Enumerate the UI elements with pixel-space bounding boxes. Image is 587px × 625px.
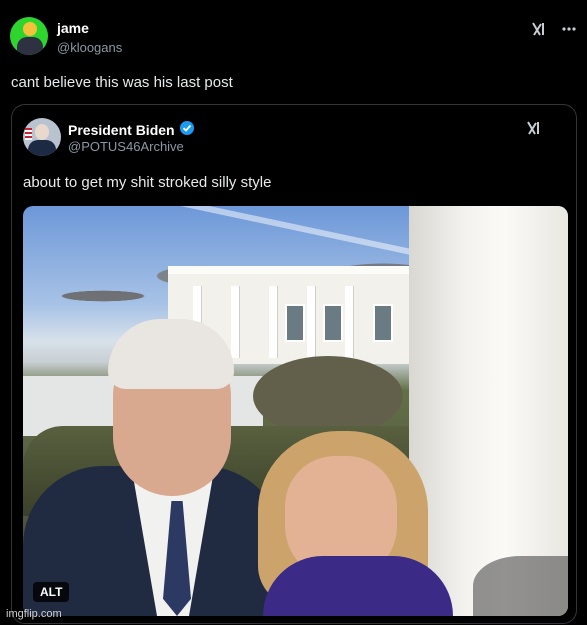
bush <box>253 356 403 436</box>
quoted-author-name[interactable]: President Biden <box>68 122 175 138</box>
building-column <box>345 286 353 358</box>
quoted-photo[interactable]: ALT <box>23 206 568 616</box>
avatar-head <box>35 124 49 140</box>
quoted-author-handle[interactable]: @POTUS46Archive <box>68 139 184 154</box>
more-icon[interactable] <box>561 21 577 37</box>
column-shadow <box>473 556 568 616</box>
post-header: jame @kloogans <box>10 17 577 57</box>
author-handle[interactable]: @kloogans <box>57 40 122 55</box>
grok-icon[interactable] <box>526 120 542 141</box>
flag-icon <box>25 128 32 140</box>
alt-badge[interactable]: ALT <box>33 582 70 602</box>
watermark: imgflip.com <box>6 608 62 620</box>
avatar-body <box>17 37 43 55</box>
building-window <box>323 304 343 342</box>
quoted-post[interactable]: President Biden @POTUS46Archive about to… <box>11 104 577 624</box>
building-window <box>373 304 393 342</box>
quoted-text: about to get my shit stroked silly style <box>23 174 272 191</box>
avatar[interactable] <box>10 17 48 55</box>
building-column <box>269 286 277 358</box>
foreground-column <box>409 206 568 616</box>
post-text: cant believe this was his last post <box>11 74 233 91</box>
building-column <box>231 286 239 358</box>
grok-icon[interactable] <box>531 21 547 37</box>
post-actions <box>531 21 577 37</box>
quoted-author-row: President Biden <box>68 120 195 139</box>
verified-badge-icon <box>179 120 195 139</box>
building-window <box>285 304 305 342</box>
avatar-face <box>23 22 37 36</box>
quoted-avatar[interactable] <box>23 118 61 156</box>
building-column <box>307 286 315 358</box>
woman-coat <box>263 556 453 616</box>
author-name[interactable]: jame <box>57 20 89 36</box>
avatar-suit <box>28 140 56 156</box>
